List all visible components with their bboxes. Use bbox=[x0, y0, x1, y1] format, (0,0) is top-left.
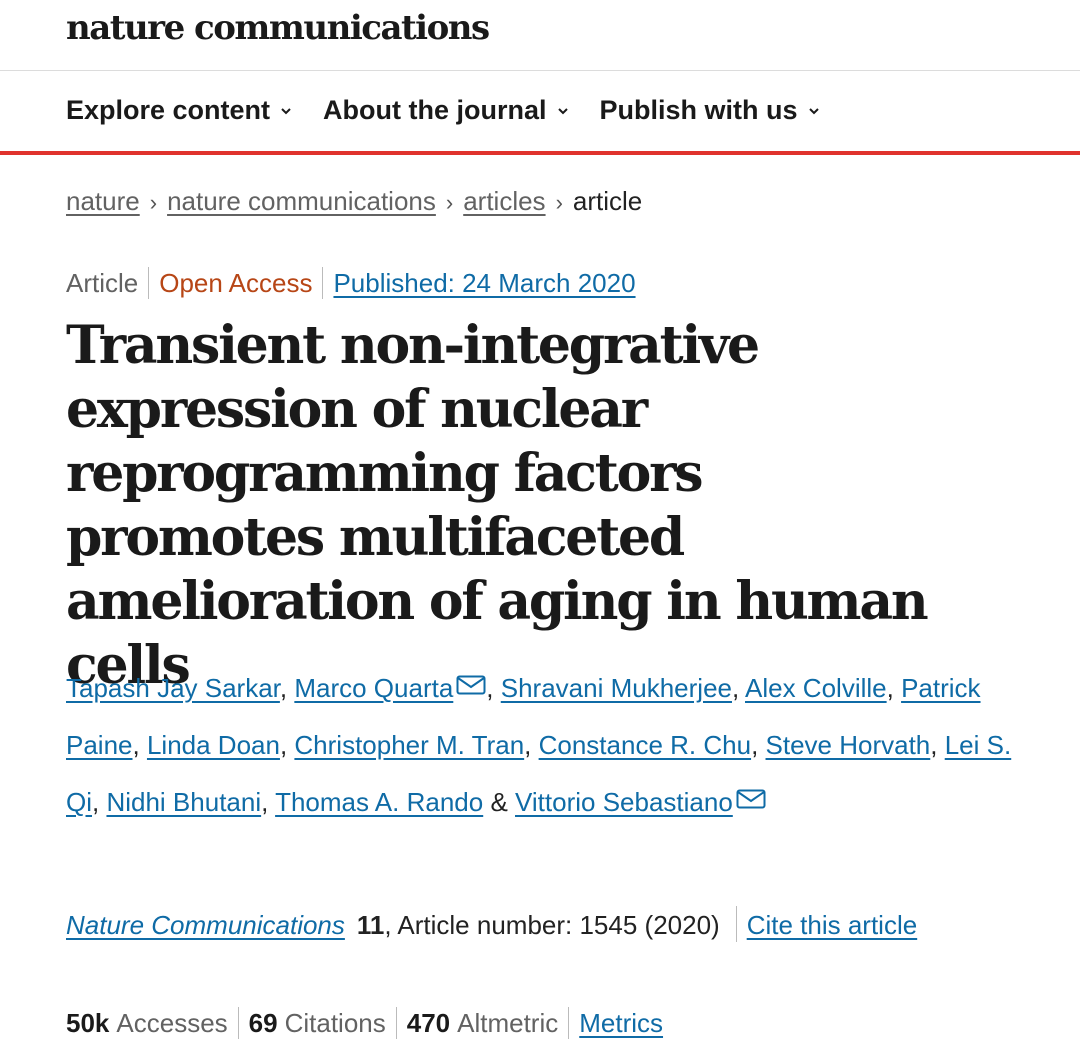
author-link[interactable]: Shravani Mukherjee bbox=[501, 673, 732, 703]
author-link[interactable]: Christopher M. Tran bbox=[294, 730, 524, 760]
author-link[interactable]: Vittorio Sebastiano bbox=[515, 787, 733, 817]
author-link[interactable]: Tapash Jay Sarkar bbox=[66, 673, 280, 703]
citations-count: 69 bbox=[248, 1007, 278, 1038]
author-list: Tapash Jay Sarkar, Marco Quarta, Shravan… bbox=[66, 660, 1026, 831]
author-separator: , bbox=[930, 730, 945, 760]
citation-line: Nature Communications 11, Article number:… bbox=[66, 900, 966, 950]
author-link[interactable]: Thomas A. Rando bbox=[275, 787, 483, 817]
author-link[interactable]: Linda Doan bbox=[147, 730, 280, 760]
article-type: Article bbox=[66, 267, 139, 298]
divider bbox=[148, 267, 150, 299]
author-and: & bbox=[483, 787, 516, 817]
chevron-down-icon bbox=[808, 107, 819, 114]
journal-link[interactable]: Nature Communications bbox=[66, 910, 345, 940]
article-metrics: 50k Accesses 69 Citations 470 Altmetric … bbox=[66, 1007, 663, 1039]
breadcrumb-articles[interactable]: articles bbox=[463, 186, 545, 216]
nav-explore-content[interactable]: Explore content bbox=[66, 95, 293, 126]
article-title: Transient non-integrative expression of … bbox=[66, 315, 929, 696]
breadcrumb-nature-communications[interactable]: nature communications bbox=[167, 186, 436, 216]
breadcrumb-separator: › bbox=[445, 190, 454, 215]
divider bbox=[568, 1007, 570, 1039]
email-icon[interactable] bbox=[456, 675, 486, 695]
volume-number: 11 bbox=[356, 910, 385, 940]
divider bbox=[237, 1007, 239, 1039]
author-separator: , bbox=[279, 730, 295, 760]
nav-about-the-journal-label: About the journal bbox=[323, 95, 547, 125]
author-link[interactable]: Constance R. Chu bbox=[539, 730, 751, 760]
breadcrumb-separator: › bbox=[555, 190, 563, 215]
altmetric-label: Altmetric bbox=[457, 1007, 559, 1038]
breadcrumb-nature[interactable]: nature bbox=[66, 186, 140, 216]
chevron-down-icon bbox=[557, 107, 568, 114]
journal-logo[interactable]: nature communications bbox=[66, 8, 490, 48]
author-link[interactable]: Alex Colville bbox=[745, 673, 887, 703]
divider bbox=[735, 906, 737, 942]
altmetric-score: 470 bbox=[406, 1007, 451, 1038]
nav-about-the-journal[interactable]: About the journal bbox=[323, 95, 569, 126]
article-number: , Article number: 1545 (2020) bbox=[384, 910, 720, 940]
nav-publish-with-us-label: Publish with us bbox=[599, 95, 798, 125]
chevron-down-icon bbox=[281, 107, 291, 114]
author-separator: , bbox=[886, 673, 902, 703]
author-link[interactable]: Nidhi Bhutani bbox=[106, 787, 261, 817]
author-separator: , bbox=[524, 730, 539, 760]
citations-label: Citations bbox=[284, 1007, 386, 1038]
accesses-label: Accesses bbox=[116, 1007, 228, 1038]
author-link[interactable]: Marco Quarta bbox=[294, 673, 453, 703]
article-meta: Article Open Access Published: 24 March … bbox=[66, 267, 636, 299]
email-icon[interactable] bbox=[736, 789, 766, 809]
author-separator: , bbox=[486, 673, 501, 703]
cite-this-article-link[interactable]: Cite this article bbox=[747, 910, 918, 940]
author-separator: , bbox=[731, 673, 745, 703]
published-date-link[interactable]: Published: 24 March 2020 bbox=[333, 268, 635, 299]
author-separator: , bbox=[751, 730, 766, 760]
nav-explore-content-label: Explore content bbox=[66, 95, 271, 125]
accesses-count: 50k bbox=[66, 1007, 110, 1038]
author-separator: , bbox=[132, 730, 147, 760]
author-link[interactable]: Steve Horvath bbox=[766, 730, 931, 760]
metrics-link[interactable]: Metrics bbox=[579, 1008, 663, 1039]
divider bbox=[395, 1007, 397, 1039]
open-access-label: Open Access bbox=[159, 267, 313, 298]
breadcrumb-current: article bbox=[572, 186, 643, 216]
nav-publish-with-us[interactable]: Publish with us bbox=[600, 95, 821, 126]
author-separator: , bbox=[279, 673, 295, 703]
main-nav: Explore content About the journal Publis… bbox=[0, 71, 1080, 155]
site-header: nature communications bbox=[0, 0, 1080, 71]
author-separator: , bbox=[261, 787, 276, 817]
divider bbox=[322, 267, 324, 299]
breadcrumb-separator: › bbox=[149, 190, 158, 215]
breadcrumb: nature › nature communications › articles › ar… bbox=[66, 186, 642, 217]
author-separator: , bbox=[92, 787, 107, 817]
